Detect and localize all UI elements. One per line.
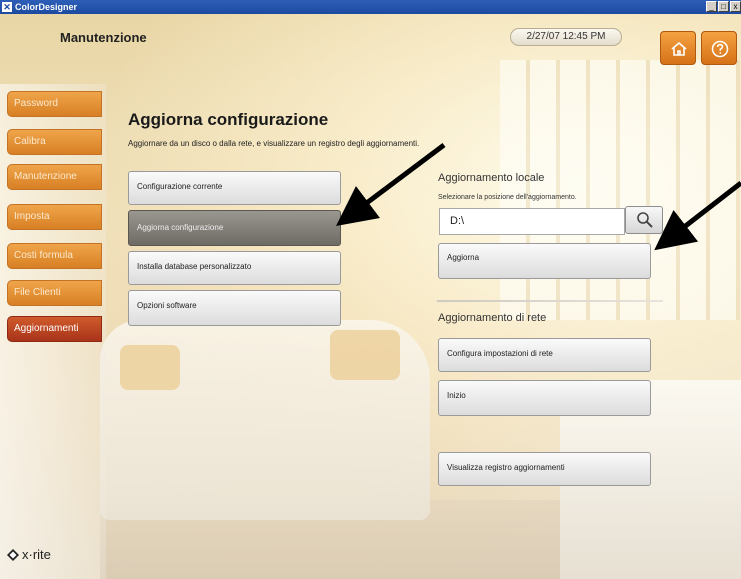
sidebar-item-password[interactable]: Password <box>7 91 102 117</box>
sidebar-item-file-clienti[interactable]: File Clienti <box>7 280 102 306</box>
section-description: Aggiornare da un disco o dalla rete, e v… <box>128 139 420 148</box>
maximize-button[interactable]: □ <box>718 1 729 12</box>
logo-icon: ✕ <box>2 2 12 12</box>
sidebar-item-calibra[interactable]: Calibra <box>7 129 102 155</box>
datetime-display: 2/27/07 12:45 PM <box>510 28 622 46</box>
installa-database-button[interactable]: Installa database personalizzato <box>128 251 341 285</box>
aggiorna-button[interactable]: Aggiorna <box>438 243 651 279</box>
page-header-title: Manutenzione <box>60 30 147 45</box>
opzioni-software-button[interactable]: Opzioni software <box>128 290 341 326</box>
section-title: Aggiorna configurazione <box>128 110 329 129</box>
minimize-button[interactable]: _ <box>706 1 717 12</box>
configura-rete-button[interactable]: Configura impostazioni di rete <box>438 338 651 372</box>
background-cushion <box>120 345 180 390</box>
configurazione-corrente-button[interactable]: Configurazione corrente <box>128 171 341 205</box>
close-button[interactable]: x <box>730 1 741 12</box>
window-title-bar: ✕ ColorDesigner _ □ x <box>0 0 741 14</box>
brand-logo: x·rite <box>7 547 51 562</box>
sidebar-item-aggiornamenti[interactable]: Aggiornamenti <box>7 316 102 342</box>
xrite-logo-icon <box>7 548 19 561</box>
aggiorna-configurazione-button[interactable]: Aggiorna configurazione <box>128 210 341 246</box>
sidebar-item-imposta[interactable]: Imposta <box>7 204 102 230</box>
background-cushion <box>330 330 400 380</box>
inizio-button[interactable]: Inizio <box>438 380 651 416</box>
help-icon <box>711 40 729 58</box>
search-icon <box>637 212 653 228</box>
home-button[interactable] <box>660 31 696 65</box>
local-update-heading: Aggiornamento locale <box>438 172 545 184</box>
home-icon <box>671 41 687 56</box>
section-divider <box>437 300 663 302</box>
window-title: ColorDesigner <box>15 2 78 12</box>
background-window <box>500 60 740 320</box>
browse-button[interactable] <box>625 206 663 234</box>
local-update-hint: Selezionare la posizione dell'aggiorname… <box>438 194 577 201</box>
brand-text: x·rite <box>22 547 51 562</box>
sidebar-item-costi-formula[interactable]: Costi formula <box>7 243 102 269</box>
help-button[interactable] <box>701 31 737 65</box>
sidebar-item-manutenzione[interactable]: Manutenzione <box>7 164 102 190</box>
network-update-heading: Aggiornamento di rete <box>438 312 547 324</box>
update-path-input[interactable]: D:\ <box>439 208 625 235</box>
visualizza-registro-button[interactable]: Visualizza registro aggiornamenti <box>438 452 651 486</box>
